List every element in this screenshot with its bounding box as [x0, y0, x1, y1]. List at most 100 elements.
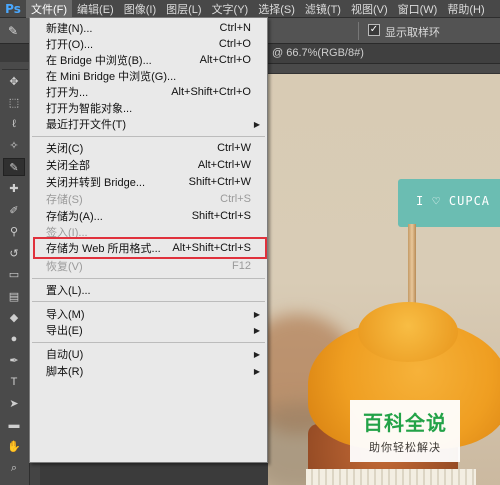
menu-layer[interactable]: 图层(L): [161, 0, 206, 18]
panel-grip[interactable]: [2, 62, 28, 70]
menu-image[interactable]: 图像(I): [119, 0, 161, 18]
submenu-arrow-icon: ▶: [253, 325, 260, 335]
menu-item-shortcut: Alt+Ctrl+O: [199, 54, 251, 66]
menu-item-label: 在 Mini Bridge 中浏览(G)...: [46, 71, 177, 83]
menu-item-label: 导出(E): [46, 325, 83, 337]
document-tab-label: @ 66.7%(RGB/8#): [272, 47, 364, 59]
cupcake-wrapper: [306, 469, 476, 485]
submenu-arrow-icon: ▶: [253, 349, 260, 359]
healing-icon[interactable]: ✚: [3, 180, 25, 198]
options-divider: [358, 22, 359, 40]
menu-item-label: 关闭并转到 Bridge...: [46, 177, 146, 189]
menu-item-label: 打开(O)...: [46, 39, 94, 51]
menu-filter[interactable]: 滤镜(T): [300, 0, 346, 18]
eyedropper-icon[interactable]: ✎: [4, 22, 22, 40]
blur-icon[interactable]: ◆: [3, 309, 25, 327]
document-tab[interactable]: @ 66.7%(RGB/8#): [268, 44, 500, 64]
submenu-arrow-icon: ▶: [253, 366, 260, 376]
stamp-icon[interactable]: ⚲: [3, 223, 25, 241]
menu-item-shortcut: Shift+Ctrl+S: [191, 210, 251, 222]
menu-item-shortcut: Ctrl+S: [220, 193, 251, 205]
menu-select[interactable]: 选择(S): [253, 0, 300, 18]
tools-panel: ✥ ⬚ ℓ ✧ ✎ ✚ ✐ ⚲ ↺ ▭ ▤ ◆ ● ✒ T ➤ ▬ ✋ ⌕: [0, 62, 30, 485]
zoom-icon[interactable]: ⌕: [3, 459, 25, 477]
menu-item-shortcut: Ctrl+N: [219, 22, 251, 34]
shape-icon[interactable]: ▬: [3, 416, 25, 434]
menu-item-open-smart-object[interactable]: 打开为智能对象...: [30, 100, 267, 116]
horizontal-ruler: [268, 64, 500, 74]
menu-item-save: 存储(S) Ctrl+S: [30, 191, 267, 207]
menu-item-shortcut: Alt+Ctrl+W: [197, 159, 251, 171]
menu-help[interactable]: 帮助(H): [442, 0, 489, 18]
menu-separator: [32, 301, 265, 302]
menu-item-save-as[interactable]: 存储为(A)... Shift+Ctrl+S: [30, 208, 267, 224]
flag-text: I ♡ CUPCA: [416, 194, 491, 208]
gradient-icon[interactable]: ▤: [3, 287, 25, 305]
menu-separator: [32, 136, 265, 137]
watermark: 百科全说 助你轻松解决: [350, 400, 460, 462]
lasso-icon[interactable]: ℓ: [3, 115, 25, 133]
show-sampling-ring-label: 显示取样环: [385, 27, 440, 39]
menu-item-place[interactable]: 置入(L)...: [30, 282, 267, 298]
menu-separator: [32, 278, 265, 279]
type-icon[interactable]: T: [3, 373, 25, 391]
pen-icon[interactable]: ✒: [3, 352, 25, 370]
menu-item-close-go-bridge[interactable]: 关闭并转到 Bridge... Shift+Ctrl+W: [30, 174, 267, 190]
brush-icon[interactable]: ✐: [3, 201, 25, 219]
menu-item-label: 脚本(R): [46, 366, 84, 378]
menu-window[interactable]: 窗口(W): [393, 0, 443, 18]
menu-item-close[interactable]: 关闭(C) Ctrl+W: [30, 140, 267, 156]
menu-item-label: 最近打开文件(T): [46, 119, 127, 131]
menu-item-open-as[interactable]: 打开为... Alt+Shift+Ctrl+O: [30, 84, 267, 100]
menu-item-label: 打开为...: [46, 87, 89, 99]
menu-item-export[interactable]: 导出(E) ▶: [30, 322, 267, 338]
menu-item-close-all[interactable]: 关闭全部 Alt+Ctrl+W: [30, 157, 267, 173]
menu-item-shortcut: F12: [232, 260, 251, 272]
menu-file[interactable]: 文件(F): [26, 0, 73, 18]
menu-item-recent-files[interactable]: 最近打开文件(T) ▶: [30, 116, 267, 132]
menu-item-label: 新建(N)...: [46, 23, 93, 35]
cupcake-frosting-top: [358, 302, 458, 362]
cupcake-flag: I ♡ CUPCA: [398, 179, 500, 227]
menu-item-label: 导入(M): [46, 309, 85, 321]
marquee-icon[interactable]: ⬚: [3, 94, 25, 112]
menu-item-browse-mini-bridge[interactable]: 在 Mini Bridge 中浏览(G)...: [30, 68, 267, 84]
menu-item-shortcut: Ctrl+W: [217, 142, 251, 154]
watermark-subtitle: 助你轻松解决: [369, 442, 441, 454]
menu-view[interactable]: 视图(V): [346, 0, 393, 18]
menu-bar: Ps 文件(F) 编辑(E) 图像(I) 图层(L) 文字(Y) 选择(S) 滤…: [0, 0, 500, 18]
menu-edit[interactable]: 编辑(E): [72, 0, 119, 18]
quick-select-icon[interactable]: ✧: [3, 137, 25, 155]
eyedropper-icon[interactable]: ✎: [3, 158, 25, 176]
menu-item-new[interactable]: 新建(N)... Ctrl+N: [30, 20, 267, 36]
move-icon[interactable]: ✥: [3, 72, 25, 90]
submenu-arrow-icon: ▶: [253, 309, 260, 319]
dodge-icon[interactable]: ●: [3, 330, 25, 348]
menu-item-open[interactable]: 打开(O)... Ctrl+O: [30, 36, 267, 52]
history-brush-icon[interactable]: ↺: [3, 244, 25, 262]
menu-item-scripts[interactable]: 脚本(R) ▶: [30, 363, 267, 379]
menu-item-shortcut: Ctrl+O: [218, 38, 251, 50]
menu-item-label: 关闭全部: [46, 160, 90, 172]
menu-item-label: 打开为智能对象...: [46, 103, 133, 115]
photoshop-logo: Ps: [5, 1, 21, 16]
highlight-annotation-box: [33, 237, 267, 259]
hand-icon[interactable]: ✋: [3, 438, 25, 456]
path-select-icon[interactable]: ➤: [3, 395, 25, 413]
watermark-title: 百科全说: [363, 411, 447, 435]
show-sampling-ring-checkbox[interactable]: ✓: [368, 24, 380, 36]
menu-item-label: 存储为(A)...: [46, 211, 103, 223]
file-menu-dropdown: 新建(N)... Ctrl+N 打开(O)... Ctrl+O 在 Bridge 中…: [29, 17, 268, 463]
eraser-icon[interactable]: ▭: [3, 266, 25, 284]
menu-item-label: 置入(L)...: [46, 285, 91, 297]
menu-item-label: 恢复(V): [46, 261, 83, 273]
menu-item-automate[interactable]: 自动(U) ▶: [30, 346, 267, 362]
menu-type[interactable]: 文字(Y): [207, 0, 254, 18]
menu-item-browse-bridge[interactable]: 在 Bridge 中浏览(B)... Alt+Ctrl+O: [30, 52, 267, 68]
menu-separator: [32, 342, 265, 343]
submenu-arrow-icon: ▶: [253, 119, 260, 129]
menu-item-import[interactable]: 导入(M) ▶: [30, 306, 267, 322]
menu-item-label: 自动(U): [46, 349, 84, 361]
menu-item-label: 存储(S): [46, 194, 83, 206]
menu-item-shortcut: Shift+Ctrl+W: [188, 176, 251, 188]
